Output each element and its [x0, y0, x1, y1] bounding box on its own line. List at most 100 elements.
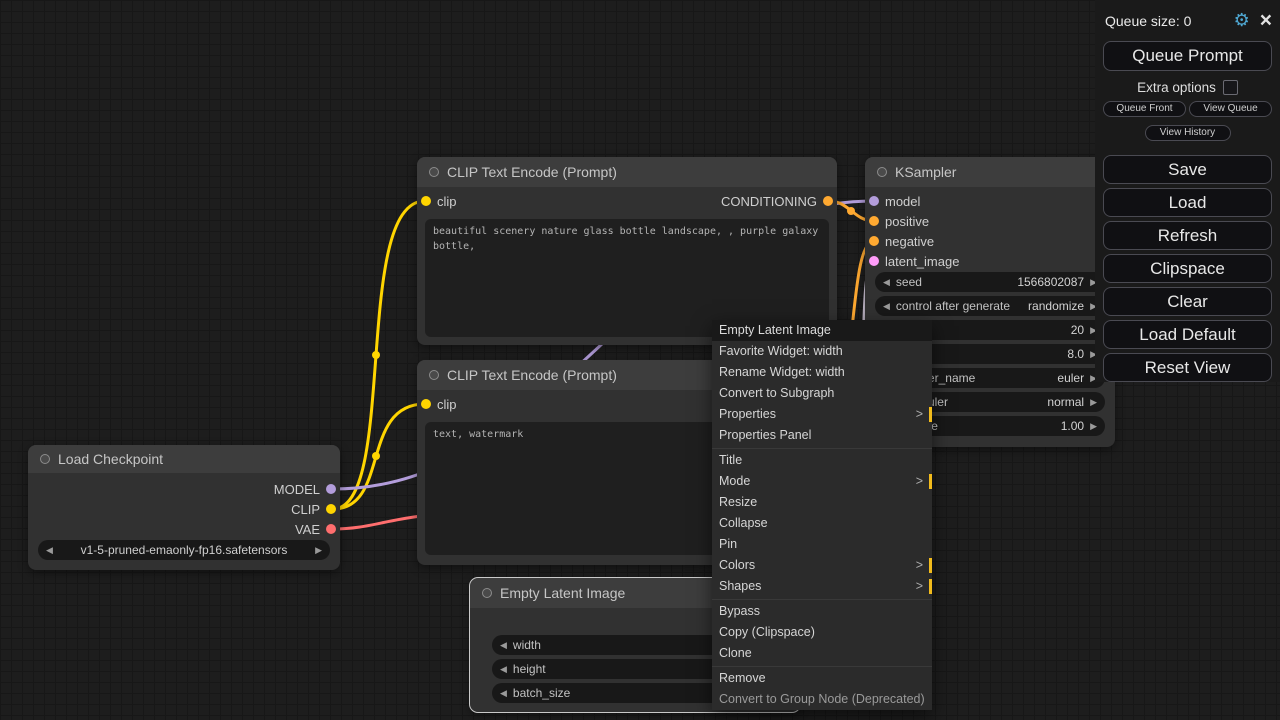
- slot-row: clip CONDITIONING: [417, 191, 837, 211]
- prev-value-icon[interactable]: ◀: [46, 546, 53, 555]
- positive-input-dot[interactable]: [869, 216, 879, 226]
- model-output-dot[interactable]: [326, 484, 336, 494]
- output-row: VAE: [28, 519, 340, 539]
- widget-label: batch_size: [513, 686, 570, 700]
- menu-item-mode[interactable]: Mode >: [712, 471, 932, 492]
- menu-item-convert-to-subgraph[interactable]: Convert to Subgraph: [712, 383, 932, 404]
- submenu-marker-icon: [929, 558, 932, 573]
- widget-value: 1566802087: [1017, 275, 1084, 289]
- input-label: negative: [885, 234, 934, 249]
- submenu-chevron-icon: >: [916, 555, 923, 576]
- node-title: Load Checkpoint: [58, 451, 163, 467]
- collapse-dot-icon[interactable]: [429, 167, 439, 177]
- reset-view-button[interactable]: Reset View: [1103, 353, 1272, 382]
- prev-value-icon[interactable]: ◀: [883, 302, 890, 311]
- save-button[interactable]: Save: [1103, 155, 1272, 184]
- widget-value: 1.00: [1061, 419, 1084, 433]
- clear-button[interactable]: Clear: [1103, 287, 1272, 316]
- menu-item-properties[interactable]: Properties >: [712, 404, 932, 425]
- output-row: MODEL: [28, 479, 340, 499]
- widget-label: height: [513, 662, 546, 676]
- next-value-icon[interactable]: ▶: [1090, 398, 1097, 407]
- conditioning-output-dot[interactable]: [823, 196, 833, 206]
- output-label: VAE: [295, 522, 320, 537]
- submenu-marker-icon: [929, 474, 932, 489]
- settings-gear-icon[interactable]: ⚙: [1234, 10, 1250, 31]
- latent-input-dot[interactable]: [869, 256, 879, 266]
- input-row: model: [865, 191, 1115, 211]
- wire-midpoint-dot: [847, 207, 855, 215]
- menu-item-title[interactable]: Title: [712, 450, 932, 471]
- view-history-button[interactable]: View History: [1145, 125, 1231, 141]
- widget-label: width: [513, 638, 541, 652]
- output-label: CONDITIONING: [721, 194, 817, 209]
- negative-input-dot[interactable]: [869, 236, 879, 246]
- menu-item-pin[interactable]: Pin: [712, 534, 932, 555]
- node-load-checkpoint[interactable]: Load Checkpoint MODEL CLIP VAE ◀ v1-5-pr…: [28, 445, 340, 570]
- node-title-bar[interactable]: CLIP Text Encode (Prompt): [417, 157, 837, 187]
- node-title: CLIP Text Encode (Prompt): [447, 164, 617, 180]
- vae-output-dot[interactable]: [326, 524, 336, 534]
- collapse-dot-icon[interactable]: [429, 370, 439, 380]
- menu-item-rename-widget[interactable]: Rename Widget: width: [712, 362, 932, 383]
- view-history-row: View History: [1095, 121, 1280, 141]
- clip-input-dot[interactable]: [421, 196, 431, 206]
- close-icon[interactable]: ×: [1260, 13, 1272, 29]
- refresh-button[interactable]: Refresh: [1103, 221, 1272, 250]
- node-title-bar[interactable]: KSampler: [865, 157, 1115, 187]
- menu-item-shapes[interactable]: Shapes >: [712, 576, 932, 597]
- widget-value: normal: [1047, 395, 1084, 409]
- next-value-icon[interactable]: ▶: [315, 546, 322, 555]
- decrement-icon[interactable]: ◀: [500, 641, 507, 650]
- decrement-icon[interactable]: ◀: [883, 278, 890, 287]
- model-input-dot[interactable]: [869, 196, 879, 206]
- increment-icon[interactable]: ▶: [1090, 422, 1097, 431]
- widget-label: control after generate: [896, 299, 1010, 313]
- menu-item-label: Mode: [719, 474, 750, 488]
- node-title-bar[interactable]: Load Checkpoint: [28, 445, 340, 473]
- extra-options-checkbox[interactable]: [1223, 80, 1238, 95]
- ckpt-name-widget[interactable]: ◀ v1-5-pruned-emaonly-fp16.safetensors ▶: [38, 540, 330, 560]
- submenu-chevron-icon: >: [916, 471, 923, 492]
- menu-item-copy-clipspace[interactable]: Copy (Clipspace): [712, 622, 932, 643]
- seed-widget[interactable]: ◀ seed 1566802087 ▶: [875, 272, 1105, 292]
- decrement-icon[interactable]: ◀: [500, 689, 507, 698]
- node-canvas[interactable]: Load Checkpoint MODEL CLIP VAE ◀ v1-5-pr…: [0, 0, 1280, 720]
- clip-output-dot[interactable]: [326, 504, 336, 514]
- load-button[interactable]: Load: [1103, 188, 1272, 217]
- queue-prompt-button[interactable]: Queue Prompt: [1103, 41, 1272, 71]
- menu-item-collapse[interactable]: Collapse: [712, 513, 932, 534]
- wire-midpoint-dot: [372, 351, 380, 359]
- node-clip-text-encode-positive[interactable]: CLIP Text Encode (Prompt) clip CONDITION…: [417, 157, 837, 345]
- menu-item-colors[interactable]: Colors >: [712, 555, 932, 576]
- clip-input-dot[interactable]: [421, 399, 431, 409]
- collapse-dot-icon[interactable]: [877, 167, 887, 177]
- queue-buttons-row: Queue Front View Queue: [1103, 101, 1272, 117]
- wire-clip-to-positive-encode: [333, 201, 425, 509]
- menu-item-remove[interactable]: Remove: [712, 668, 932, 689]
- clipspace-button[interactable]: Clipspace: [1103, 254, 1272, 283]
- queue-front-button[interactable]: Queue Front: [1103, 101, 1186, 117]
- load-default-button[interactable]: Load Default: [1103, 320, 1272, 349]
- node-title: KSampler: [895, 164, 956, 180]
- collapse-dot-icon[interactable]: [40, 454, 50, 464]
- view-queue-button[interactable]: View Queue: [1189, 101, 1272, 117]
- menu-item-bypass[interactable]: Bypass: [712, 601, 932, 622]
- comfy-menu-panel: Queue size: 0 ⚙ × Queue Prompt Extra opt…: [1095, 0, 1280, 382]
- menu-item-convert-to-group-node[interactable]: Convert to Group Node (Deprecated): [712, 689, 932, 710]
- collapse-dot-icon[interactable]: [482, 588, 492, 598]
- input-label: model: [885, 194, 920, 209]
- control-after-generate-widget[interactable]: ◀ control after generate randomize ▶: [875, 296, 1105, 316]
- menu-item-clone[interactable]: Clone: [712, 643, 932, 664]
- context-menu-title: Empty Latent Image: [712, 320, 932, 341]
- queue-size-label: Queue size: 0: [1105, 13, 1234, 29]
- input-label: positive: [885, 214, 929, 229]
- widget-label: seed: [896, 275, 922, 289]
- wire-clip-to-negative-encode: [333, 404, 425, 509]
- input-row: latent_image: [865, 251, 1115, 271]
- input-label: latent_image: [885, 254, 959, 269]
- menu-item-resize[interactable]: Resize: [712, 492, 932, 513]
- decrement-icon[interactable]: ◀: [500, 665, 507, 674]
- menu-item-properties-panel[interactable]: Properties Panel: [712, 425, 932, 446]
- menu-item-favorite-widget[interactable]: Favorite Widget: width: [712, 341, 932, 362]
